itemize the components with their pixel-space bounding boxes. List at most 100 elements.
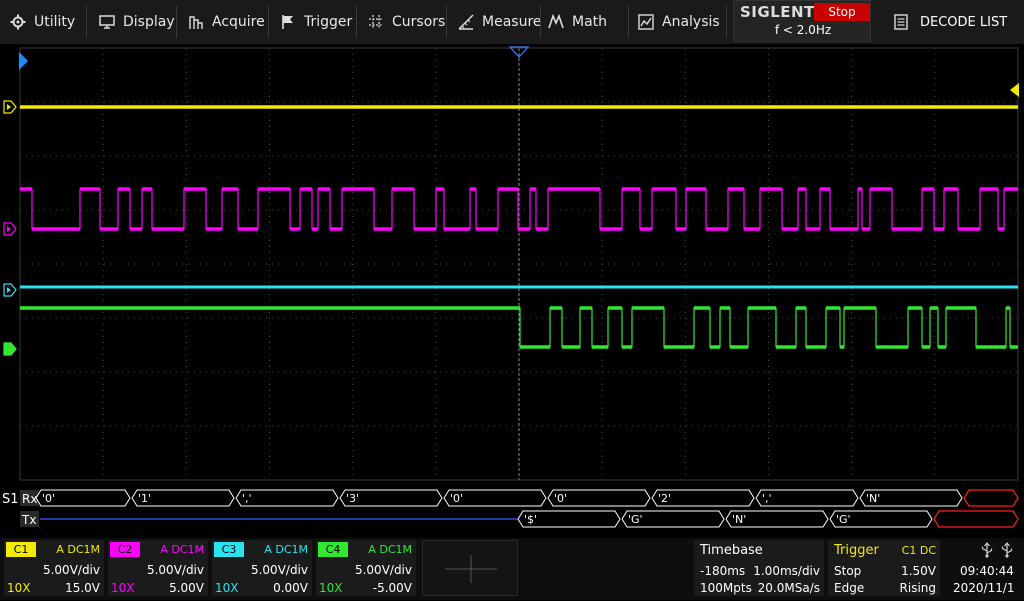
run-status-box[interactable]: SIGLENT Stop f < 2.0Hz [733, 0, 871, 42]
decode-frame-label: '2' [658, 492, 671, 505]
c4-ground-marker[interactable] [3, 342, 17, 356]
decode-frame-label: 'N' [732, 513, 746, 526]
decode-list-label: DECODE LIST [920, 14, 1008, 30]
c3-ground-marker[interactable] [3, 283, 17, 297]
menu-divider [176, 6, 177, 38]
channel-panel-c4[interactable]: C4 A DC1M 5.00V/div 10X -5.00V [316, 540, 416, 596]
measure-icon [458, 14, 474, 30]
c2-ground-marker[interactable] [3, 222, 17, 236]
menu-divider [446, 6, 447, 38]
channel-coupling: A DC1M [264, 543, 308, 556]
usb-icon [1001, 542, 1013, 558]
trigger-frequency: f < 2.0Hz [774, 23, 832, 37]
menu-display-label: Display [123, 14, 175, 30]
decode-list-button[interactable]: DECODE LIST [880, 0, 1024, 44]
clock-date: 2020/11/1 [953, 581, 1015, 595]
crosshair-icon [445, 555, 497, 583]
decode-frame-label: ',' [762, 492, 772, 505]
menu-math-label: Math [572, 14, 608, 30]
brand-logo: SIGLENT [740, 3, 815, 21]
analysis-icon [638, 14, 654, 30]
decode-frame-label: '$' [524, 513, 537, 526]
trigger-source: C1 DC [901, 544, 936, 557]
decode-frame-error[interactable] [933, 510, 1019, 528]
decode-frame-label: '0' [42, 492, 55, 505]
menu-trigger-label: Trigger [304, 14, 353, 30]
decode-frame-label: '1' [138, 492, 151, 505]
flag-icon [282, 15, 293, 29]
memory-depth: 100Mpts [700, 581, 752, 595]
acquire-icon [189, 16, 203, 29]
channel-offset: 5.00V [169, 581, 204, 595]
decode-frame-label: 'G' [628, 513, 643, 526]
clock-panel: 09:40:44 2020/11/1 [944, 540, 1024, 596]
c1-ground-marker[interactable] [3, 100, 17, 114]
timebase-panel[interactable]: Timebase -180ms 1.00ms/div 100Mpts 20.0M… [694, 540, 824, 596]
channel-panel-c1[interactable]: C1 A DC1M 5.00V/div 10X 15.0V [4, 540, 104, 596]
monitor-icon [99, 15, 115, 29]
menu-acquire-label: Acquire [212, 14, 265, 30]
menu-display[interactable]: Display [99, 0, 175, 44]
channel-coupling: A DC1M [56, 543, 100, 556]
menu-cursors[interactable]: Cursors [368, 0, 445, 44]
cursor-icon [369, 15, 383, 29]
menu-analysis[interactable]: Analysis [638, 0, 720, 44]
trigger-level-marker[interactable] [1010, 83, 1019, 97]
channel-tag: C1 [6, 542, 36, 557]
menu-measure[interactable]: Measure [458, 0, 542, 44]
menu-divider [726, 6, 727, 38]
trigger-type: Edge [834, 581, 865, 595]
menu-utility[interactable]: Utility [10, 0, 75, 44]
menu-utility-label: Utility [34, 14, 76, 30]
status-bar: C1 A DC1M 5.00V/div 10X 15.0V C2 A DC1M … [0, 538, 1024, 600]
channel-scale: 5.00V/div [354, 563, 412, 577]
menu-divider [268, 6, 269, 38]
decode-frame-error[interactable] [963, 489, 1019, 507]
menu-trigger[interactable]: Trigger [280, 0, 352, 44]
channel-tag: C2 [110, 542, 140, 557]
channel-scale: 5.00V/div [250, 563, 308, 577]
usb-icon [981, 542, 993, 558]
horizontal-position-marker[interactable] [19, 52, 28, 70]
channel-offset: -5.00V [372, 581, 412, 595]
channel-tag: C3 [214, 542, 244, 557]
sample-rate: 20.0MSa/s [757, 581, 820, 595]
waveform-display[interactable]: S1 Rx Tx '0' '1' ',' '3' '0' '0' '2' ',' 'N' '$'… [0, 44, 1024, 536]
list-icon [894, 14, 908, 30]
menu-acquire[interactable]: Acquire [188, 0, 265, 44]
menu-analysis-label: Analysis [662, 14, 720, 30]
trigger-panel[interactable]: Trigger C1 DC Stop 1.50V Edge Rising [828, 540, 940, 596]
decode-frame-label: '0' [450, 492, 463, 505]
channel-offset: 0.00V [273, 581, 308, 595]
menu-math[interactable]: Math [548, 0, 607, 44]
decode-frame-label: 'N' [866, 492, 880, 505]
tx-decode-row: '$' 'G' 'N' 'G' [517, 510, 1019, 528]
clock-time: 09:40:44 [960, 564, 1014, 578]
timebase-delay: -180ms [700, 564, 746, 578]
timebase-scale: 1.00ms/div [753, 564, 820, 578]
add-channel-panel[interactable] [422, 540, 518, 596]
menu-bar: Utility Display Acquire Trigger Cursors [0, 0, 1024, 44]
grid [19, 47, 1019, 481]
channel-tag: C4 [318, 542, 348, 557]
decode-frame-label: '3' [346, 492, 359, 505]
channel-probe: 10X [215, 581, 239, 595]
channel-probe: 10X [319, 581, 343, 595]
tx-label: Tx [21, 513, 36, 527]
channel-panel-c2[interactable]: C2 A DC1M 5.00V/div 10X 5.00V [108, 540, 208, 596]
trigger-mode: Stop [834, 564, 862, 578]
channel-panel-c3[interactable]: C3 A DC1M 5.00V/div 10X 0.00V [212, 540, 312, 596]
menu-divider [628, 6, 629, 38]
trigger-level: 1.50V [901, 564, 936, 578]
rx-decode-row: '0' '1' ',' '3' '0' '0' '2' ',' 'N' [35, 489, 1019, 507]
menu-divider [356, 6, 357, 38]
menu-cursors-label: Cursors [392, 14, 446, 30]
channel-coupling: A DC1M [368, 543, 412, 556]
trigger-slope: Rising [899, 581, 936, 595]
math-icon [548, 14, 564, 29]
menu-divider [540, 6, 541, 38]
channel-probe: 10X [111, 581, 135, 595]
channel-coupling: A DC1M [160, 543, 204, 556]
decode-frame-label: ',' [242, 492, 252, 505]
channel-scale: 5.00V/div [146, 563, 204, 577]
